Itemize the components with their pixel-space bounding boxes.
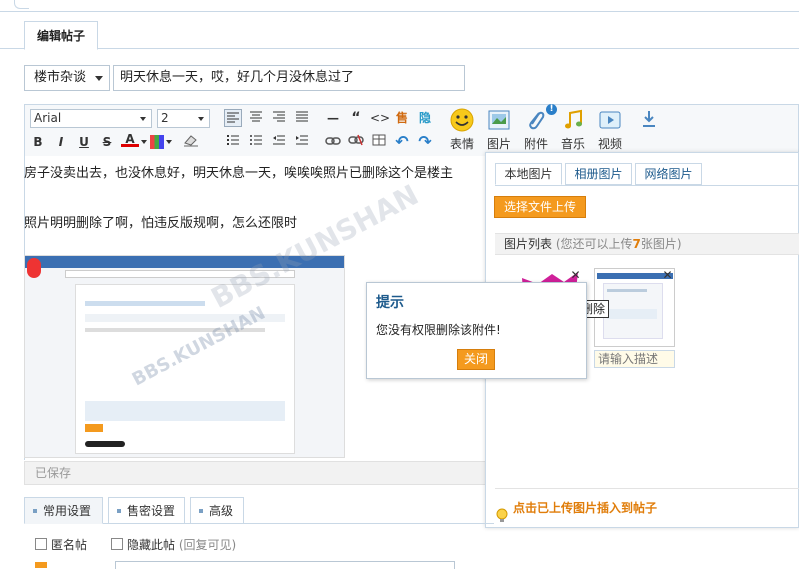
image-button[interactable]: 图片 [479, 108, 519, 152]
align-left-icon[interactable] [224, 109, 242, 127]
dialog-title: 提示 [376, 295, 404, 311]
emoticon-label: 表情 [449, 137, 474, 151]
sell-icon[interactable]: 售 [393, 109, 411, 127]
hide-content-icon[interactable]: 隐 [416, 109, 434, 127]
editor-text-line-2: 照片明明删除了啊，怕违反版规啊，怎么还限时 [24, 216, 298, 231]
tab-local-image[interactable]: 本地图片 [495, 163, 562, 185]
tab-advanced[interactable]: 高级 [190, 497, 244, 524]
bullet-icon [199, 509, 203, 513]
hide-post-label: 隐藏此帖 (回复可见) [127, 536, 236, 553]
tab-advanced-label: 高级 [209, 504, 234, 518]
close-icon[interactable]: ✕ [662, 269, 673, 281]
unordered-list-icon[interactable] [247, 133, 265, 151]
tab-common-settings[interactable]: 常用设置 [24, 497, 103, 524]
italic-button[interactable]: I [52, 133, 70, 151]
dialog-close-button[interactable]: 关闭 [457, 349, 495, 370]
chevron-down-icon[interactable] [141, 140, 147, 144]
bottom-row-icon [35, 562, 47, 568]
chevron-down-icon [198, 117, 204, 121]
quote-icon[interactable]: “ [347, 109, 365, 127]
tab-sell-settings[interactable]: 售密设置 [108, 497, 185, 524]
table-icon[interactable] [370, 133, 388, 151]
image-list-hint-count: 7 [632, 237, 641, 251]
image-list-hint-prefix: (您还可以上传 [555, 237, 633, 251]
download-icon[interactable] [640, 110, 658, 128]
anonymous-label: 匿名帖 [51, 538, 88, 552]
save-status: 已保存 [24, 461, 495, 485]
category-select[interactable]: 楼市杂谈 [24, 65, 110, 91]
image-list-title: 图片列表 [504, 237, 553, 251]
strike-button[interactable]: S [98, 133, 116, 151]
insert-tip: 点击已上传图片插入到帖子 [495, 488, 799, 528]
music-note-icon [560, 108, 586, 134]
bullet-icon [33, 509, 37, 513]
unlink-icon[interactable] [347, 133, 365, 151]
code-icon[interactable]: <> [370, 109, 390, 127]
horizontal-rule-icon[interactable]: — [324, 109, 342, 127]
image-label: 图片 [486, 137, 511, 151]
eraser-icon[interactable] [182, 133, 200, 151]
bold-button[interactable]: B [29, 133, 47, 151]
link-icon[interactable] [324, 133, 342, 151]
insert-tip-text: 点击已上传图片插入到帖子 [513, 501, 658, 515]
chevron-down-icon [95, 76, 103, 81]
anonymous-checkbox[interactable] [35, 538, 47, 550]
tab-web-image[interactable]: 网络图片 [635, 163, 702, 185]
editor-text-line-1: 房子没卖出去，也没休息好，明天休息一天，唉唉唉照片已删除这个是楼主 [24, 166, 454, 181]
smiley-icon [449, 108, 475, 134]
hide-post-label-text: 隐藏此帖 [127, 538, 176, 552]
music-label: 音乐 [560, 137, 585, 151]
font-size-value: 2 [161, 111, 169, 125]
music-button[interactable]: 音乐 [553, 108, 593, 152]
hide-post-hint: (回复可见) [178, 538, 237, 552]
tab-edit-post[interactable]: 编辑帖子 [24, 21, 98, 50]
paperclip-icon [523, 108, 549, 134]
indent-icon[interactable] [293, 133, 311, 151]
embedded-screenshot-image: BBS.KUNSHAN [24, 255, 345, 458]
image-icon [486, 108, 512, 134]
top-strip [0, 0, 799, 12]
video-button[interactable]: 视频 [590, 108, 630, 152]
tab-bar-line [0, 48, 799, 49]
background-color-icon[interactable] [150, 135, 164, 149]
bullet-icon [117, 509, 121, 513]
image-list-hint-suffix: 张图片) [640, 237, 682, 251]
video-icon [597, 108, 623, 134]
category-selected-value: 楼市杂谈 [34, 70, 87, 85]
font-family-select[interactable]: Arial [30, 109, 152, 128]
emoticon-button[interactable]: 表情 [442, 108, 482, 152]
bottom-row-input[interactable] [115, 561, 455, 569]
lightbulb-icon [495, 501, 509, 522]
image-description-input[interactable]: 请输入描述 [594, 350, 675, 368]
align-center-icon[interactable] [247, 109, 265, 127]
font-size-select[interactable]: 2 [157, 109, 210, 128]
select-file-upload-button[interactable]: 选择文件上传 [494, 196, 586, 218]
tab-sell-settings-label: 售密设置 [127, 504, 176, 518]
ordered-list-icon[interactable] [224, 133, 242, 151]
tab-common-settings-label: 常用设置 [43, 504, 92, 518]
redo-icon[interactable]: ↷ [416, 133, 434, 151]
hide-post-checkbox[interactable] [111, 538, 123, 550]
chevron-down-icon [140, 117, 146, 121]
align-right-icon[interactable] [270, 109, 288, 127]
tab-album-image[interactable]: 相册图片 [565, 163, 632, 185]
attachment-label: 附件 [523, 137, 548, 151]
font-color-button[interactable]: A [121, 131, 139, 147]
align-justify-icon[interactable] [293, 109, 311, 127]
undo-icon[interactable]: ↶ [393, 133, 411, 151]
underline-button[interactable]: U [75, 133, 93, 151]
chevron-down-icon[interactable] [166, 140, 172, 144]
font-family-value: Arial [34, 111, 62, 125]
dialog-message: 您没有权限删除该附件! [376, 323, 501, 337]
video-label: 视频 [597, 137, 622, 151]
title-input[interactable]: 明天休息一天，哎，好几个月没休息过了 [113, 65, 465, 91]
close-icon[interactable]: ✕ [570, 269, 581, 281]
image-list-header: 图片列表 (您还可以上传7张图片) [495, 233, 799, 255]
outdent-icon[interactable] [270, 133, 288, 151]
